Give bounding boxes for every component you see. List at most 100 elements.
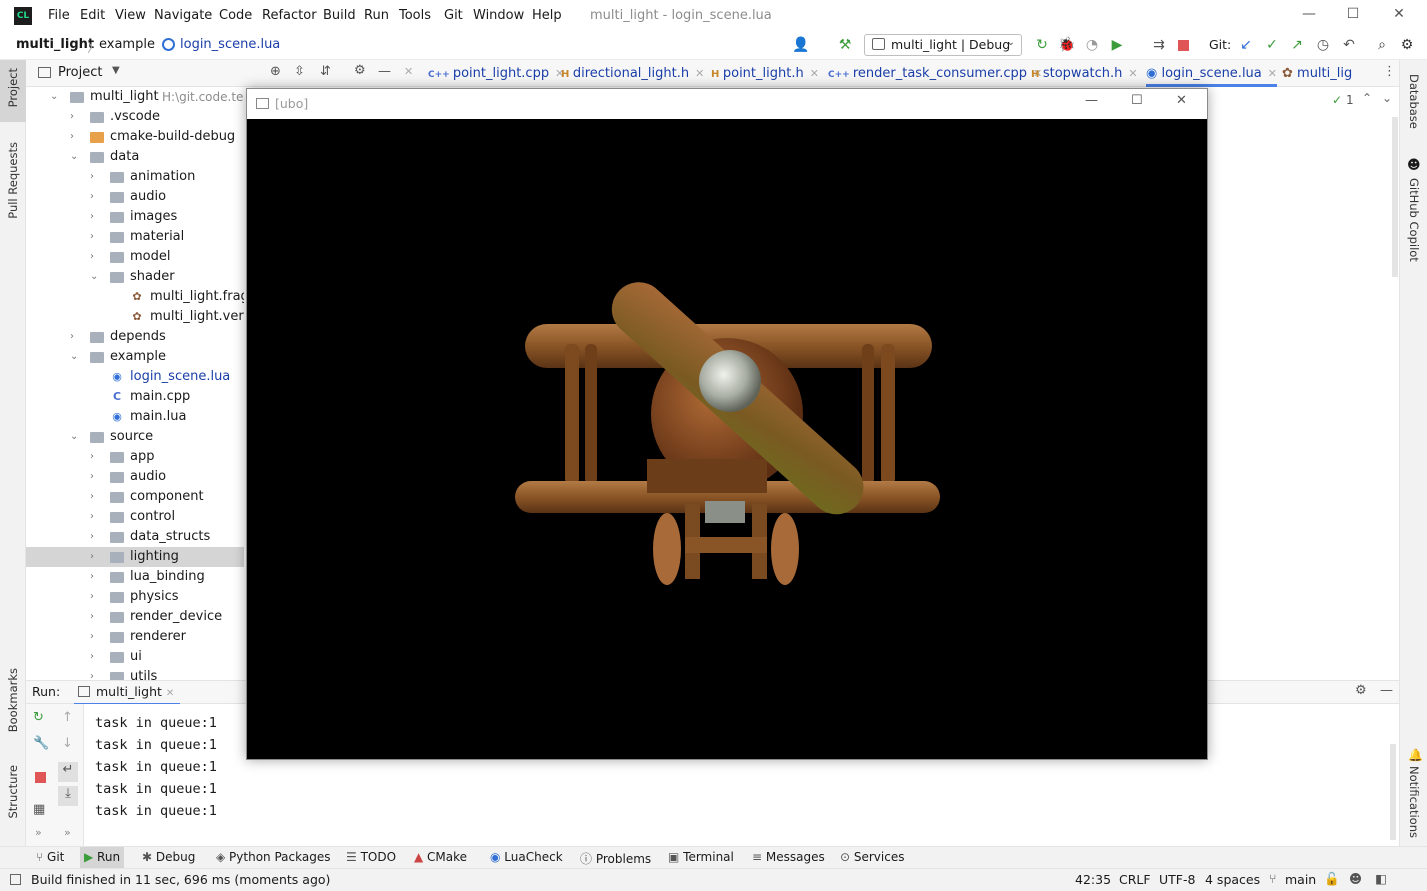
copilot-icon[interactable]: ☻ [1349, 871, 1362, 886]
hide-panel-icon[interactable]: — [378, 64, 391, 79]
next-highlight-icon[interactable]: ⌄ [1382, 91, 1392, 105]
caret-position[interactable]: 42:35 [1075, 872, 1111, 887]
down-arrow-icon[interactable]: ↓ [62, 736, 73, 751]
tool-notifications[interactable]: Notifications [1407, 766, 1421, 838]
chevron-right-icon[interactable]: › [90, 227, 100, 247]
chevron-down-icon[interactable]: ⌄ [70, 147, 80, 167]
render-viewport[interactable] [247, 119, 1207, 759]
tab-directional-light-h[interactable]: H directional_light.h ✕ [561, 60, 704, 87]
tree-item[interactable]: › model [26, 247, 244, 267]
search-icon[interactable]: ⌕ [1373, 36, 1391, 54]
chevron-right-icon[interactable]: › [90, 167, 100, 187]
tree-item[interactable]: › animation [26, 167, 244, 187]
tree-item[interactable]: › audio [26, 467, 244, 487]
menu-window[interactable]: Window [473, 8, 524, 23]
soft-wrap-icon[interactable]: ↵ [58, 762, 78, 782]
chevron-right-icon[interactable]: › [90, 447, 100, 467]
breadcrumb-project[interactable]: multi_light [16, 37, 94, 52]
editor-scrollbar[interactable] [1392, 117, 1398, 277]
close-button[interactable]: ✕ [1387, 6, 1411, 26]
git-push-icon[interactable]: ↗ [1288, 36, 1306, 54]
run-configuration-select[interactable]: multi_light | Debug ⌄ [864, 34, 1022, 56]
tree-item[interactable]: ⌄ source [26, 427, 244, 447]
tool-pull-requests[interactable]: Pull Requests [6, 142, 20, 219]
menu-run[interactable]: Run [364, 8, 389, 23]
tool-github-copilot[interactable]: GitHub Copilot [1407, 178, 1421, 262]
tree-item[interactable]: ⌄ shader [26, 267, 244, 287]
chevron-right-icon[interactable]: › [90, 207, 100, 227]
status-message[interactable]: Build finished in 11 sec, 696 ms (moment… [31, 872, 330, 887]
bottom-tab-python-packages[interactable]: ◈ Python Packages [216, 850, 330, 864]
chevron-right-icon[interactable]: › [90, 467, 100, 487]
stop-icon[interactable] [1178, 40, 1189, 51]
tree-item[interactable]: › images [26, 207, 244, 227]
user-icon[interactable]: 👤 [792, 36, 810, 54]
tree-item[interactable]: › lua_binding [26, 567, 244, 587]
ubo-window[interactable]: [ubo] — ☐ ✕ [246, 88, 1208, 760]
maximize-button[interactable]: ☐ [1131, 93, 1143, 108]
tree-item[interactable]: ✿ multi_light.frag [26, 287, 244, 307]
menu-file[interactable]: File [48, 8, 70, 23]
menu-navigate[interactable]: Navigate [154, 8, 212, 23]
stop-icon[interactable] [35, 772, 46, 783]
tool-database[interactable]: Database [1407, 74, 1421, 129]
chevron-down-icon[interactable]: ⌄ [70, 347, 80, 367]
minimize-button[interactable]: — [1297, 6, 1321, 26]
tree-item[interactable]: › material [26, 227, 244, 247]
bottom-tab-debug[interactable]: ✱ Debug [142, 850, 195, 864]
chevron-right-icon[interactable]: › [90, 507, 100, 527]
chevron-right-icon[interactable]: › [90, 547, 100, 567]
close-tab-icon[interactable]: ✕ [404, 65, 413, 78]
layout-icon[interactable]: ▦ [33, 802, 45, 817]
tree-item[interactable]: ⌄ data [26, 147, 244, 167]
menu-build[interactable]: Build [323, 8, 356, 23]
bottom-tab-problems[interactable]: ⓘ Problems [580, 850, 651, 867]
inspection-count[interactable]: 1 [1346, 93, 1354, 107]
scroll-to-end-icon[interactable]: ⤓ [58, 786, 78, 806]
memory-icon[interactable]: ◧ [1375, 871, 1387, 886]
chevron-right-icon[interactable]: › [90, 627, 100, 647]
hide-panel-icon[interactable]: — [1380, 683, 1393, 698]
tree-item[interactable]: ✿ multi_light.vert [26, 307, 244, 327]
collapse-all-icon[interactable]: ⇵ [320, 64, 331, 79]
tree-item[interactable]: › component [26, 487, 244, 507]
chevron-down-icon[interactable]: ⌄ [70, 427, 80, 447]
tree-item[interactable]: › .vscode [26, 107, 244, 127]
gear-icon[interactable]: ⚙ [1355, 683, 1367, 698]
expand-all-icon[interactable]: ⇳ [294, 64, 305, 79]
close-button[interactable]: ✕ [1176, 93, 1187, 108]
tree-item[interactable]: ⌄ multi_lightH:\git.code.tencent [26, 87, 244, 107]
tree-item[interactable]: › render_device [26, 607, 244, 627]
project-view-select[interactable]: Project [58, 65, 102, 80]
bottom-tab-messages[interactable]: ≡ Messages [752, 850, 825, 864]
more-tabs-icon[interactable]: ⋮ [1383, 64, 1396, 79]
bottom-tab-todo[interactable]: ☰ TODO [346, 850, 396, 864]
tree-item[interactable]: › physics [26, 587, 244, 607]
file-encoding[interactable]: UTF-8 [1159, 872, 1195, 887]
tree-item[interactable]: › data_structs [26, 527, 244, 547]
wrench-icon[interactable]: 🔧 [33, 736, 49, 751]
tree-item[interactable]: ⌄ example [26, 347, 244, 367]
tree-item[interactable]: ◉ login_scene.lua [26, 367, 244, 387]
chevron-right-icon[interactable]: › [90, 647, 100, 667]
gear-icon[interactable]: ⚙ [354, 63, 366, 78]
bottom-tab-git[interactable]: ⑂ Git [36, 850, 64, 864]
chevron-right-icon[interactable]: › [90, 487, 100, 507]
console-scrollbar[interactable] [1390, 744, 1396, 840]
ubo-title-bar[interactable]: [ubo] — ☐ ✕ [247, 89, 1207, 119]
profile-icon[interactable]: ◔ [1083, 36, 1101, 54]
breadcrumb-folder[interactable]: example [99, 37, 155, 52]
chevron-right-icon[interactable]: › [70, 107, 80, 127]
indent-setting[interactable]: 4 spaces [1205, 872, 1260, 887]
tree-item[interactable]: › audio [26, 187, 244, 207]
chevron-right-icon[interactable]: › [70, 127, 80, 147]
tree-item[interactable]: › renderer [26, 627, 244, 647]
lock-icon[interactable]: 🔓 [1324, 871, 1340, 887]
settings-icon[interactable]: ⚙ [1398, 36, 1416, 54]
chevron-right-icon[interactable]: › [90, 187, 100, 207]
chevron-down-icon[interactable]: ⌄ [50, 87, 60, 107]
git-update-icon[interactable]: ↙ [1237, 36, 1255, 54]
previous-highlight-icon[interactable]: ⌃ [1362, 91, 1372, 105]
menu-code[interactable]: Code [219, 8, 252, 23]
minimize-button[interactable]: — [1085, 93, 1098, 108]
